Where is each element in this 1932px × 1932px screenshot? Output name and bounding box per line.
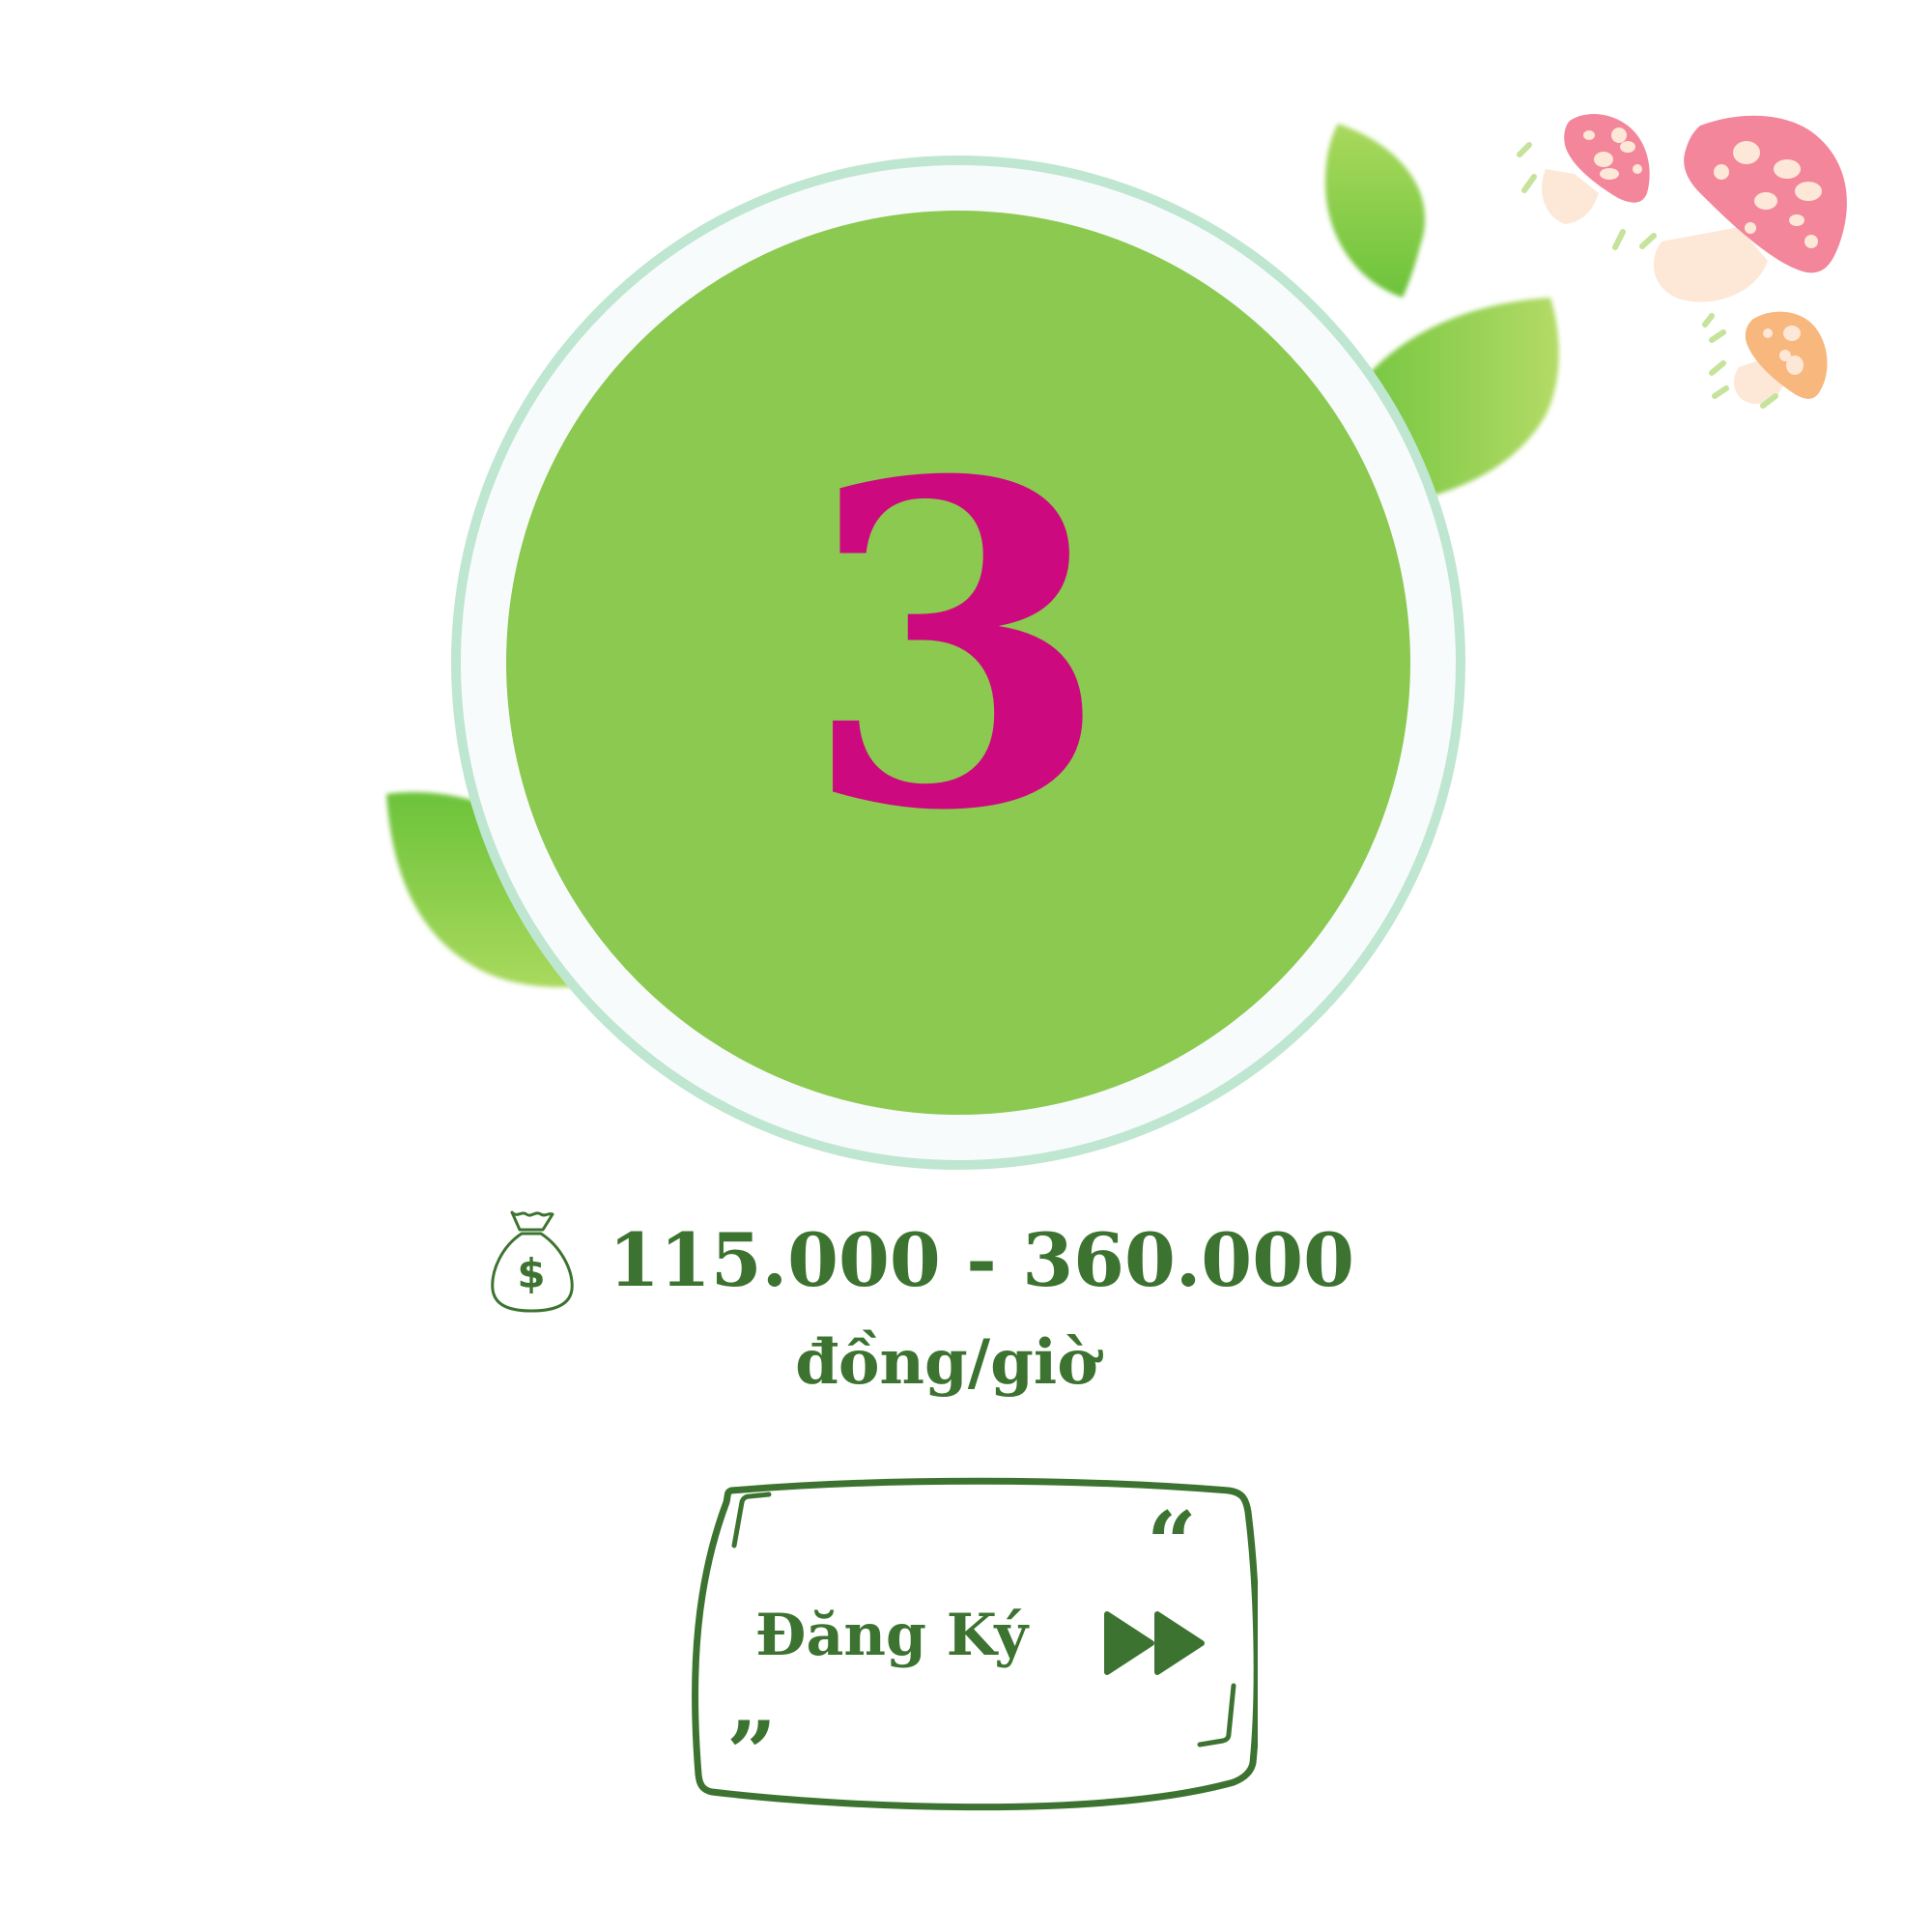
register-button-label: Đăng Ký (755, 1602, 1029, 1669)
open-quote-mark: “ (1147, 1492, 1197, 1595)
mushroom-large-right (1653, 115, 1847, 302)
mushroom-small-orange (1702, 311, 1828, 409)
svg-text:$: $ (517, 1250, 545, 1297)
fast-forward-icon (1104, 1611, 1205, 1675)
close-quote-mark: ” (726, 1702, 777, 1804)
price-block: $ 115.000 - 360.000 đồng/giờ (464, 1203, 1430, 1425)
mushroom-small-left (1517, 114, 1657, 250)
price-unit: đồng/giờ (795, 1326, 1098, 1399)
register-button[interactable]: “ Đăng Ký ” (688, 1473, 1258, 1811)
leaf-top (1325, 124, 1426, 298)
money-bag-icon: $ (491, 1210, 574, 1313)
price-range: 115.000 - 360.000 (609, 1217, 1354, 1303)
stage: 3 $ 115.000 - 360.000 đồng/giờ “ Đăng Ký… (0, 0, 1932, 1932)
step-number: 3 (801, 386, 1112, 908)
